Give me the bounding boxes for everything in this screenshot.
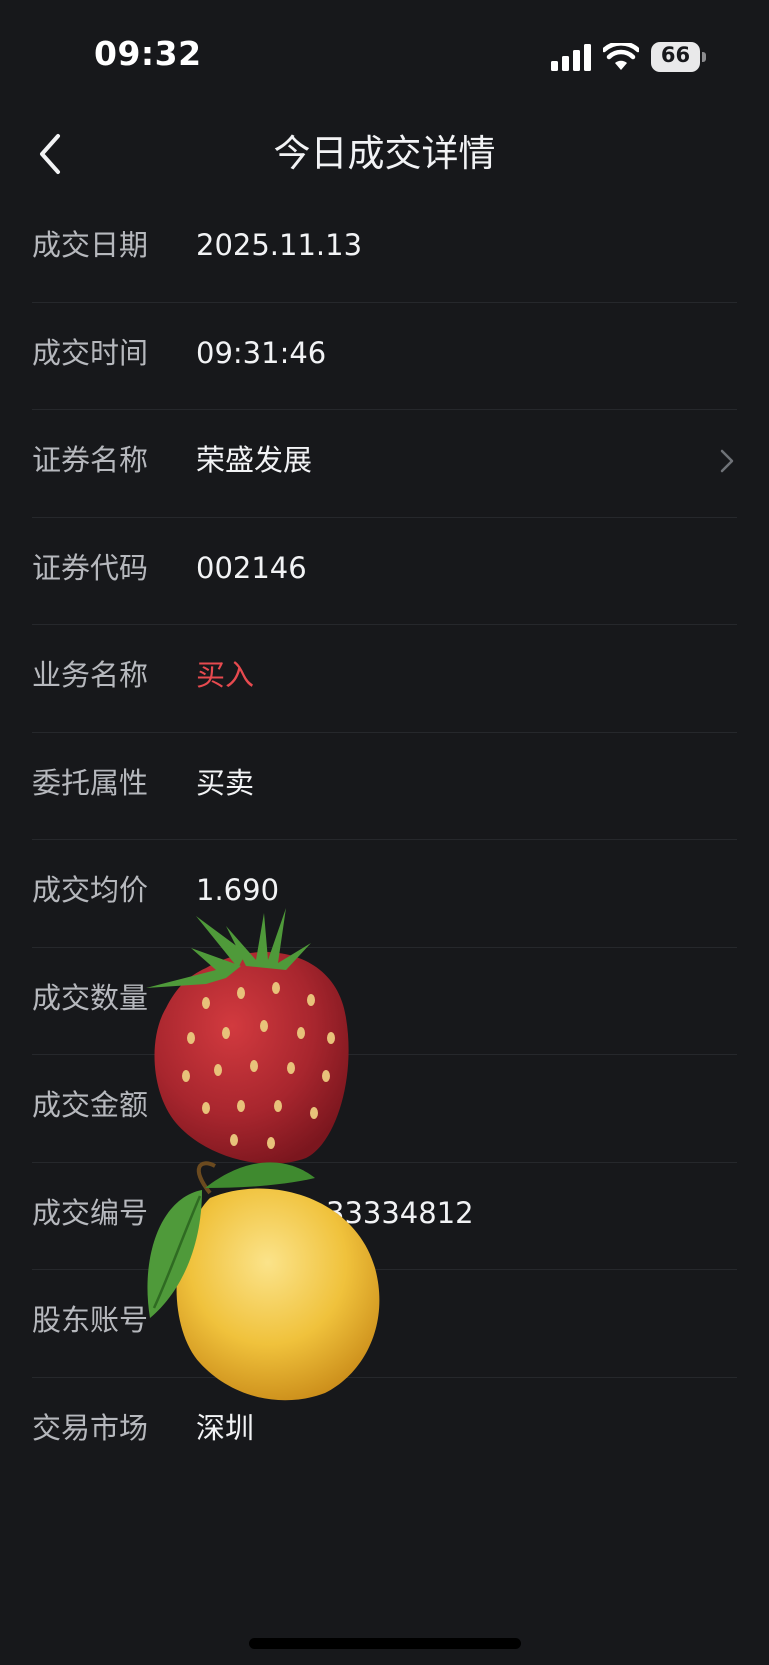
row-trade-quantity: 成交数量 bbox=[0, 948, 769, 1055]
business-name-label: 业务名称 bbox=[32, 658, 149, 692]
trade-date-value: 2025.11.13 bbox=[196, 228, 363, 262]
order-attribute-value: 买卖 bbox=[196, 765, 255, 800]
order-attribute-label: 委托属性 bbox=[32, 765, 149, 800]
row-security-code: 证券代码 002146 bbox=[0, 518, 769, 625]
lemon-image bbox=[147, 1161, 380, 1401]
trade-amount-label: 成交金额 bbox=[32, 1088, 149, 1122]
row-security-name[interactable]: 证券名称 荣盛发展 bbox=[0, 410, 769, 518]
trade-date-label: 成交日期 bbox=[32, 228, 149, 262]
trade-number-label: 成交编号 bbox=[32, 1195, 149, 1230]
row-order-attribute: 委托属性 买卖 bbox=[0, 733, 769, 840]
trading-market-label: 交易市场 bbox=[32, 1410, 149, 1445]
trade-time-label: 成交时间 bbox=[32, 335, 149, 370]
status-time: 09:32 bbox=[94, 34, 202, 73]
row-average-price: 成交均价 1.690 bbox=[0, 840, 769, 948]
nav-bar: 今日成交详情 bbox=[0, 112, 769, 207]
row-business-name: 业务名称 买入 bbox=[0, 625, 769, 733]
security-code-value: 002146 bbox=[196, 550, 307, 585]
trade-quantity-label: 成交数量 bbox=[32, 980, 149, 1015]
security-name-value[interactable]: 荣盛发展 bbox=[196, 410, 312, 510]
home-indicator[interactable] bbox=[249, 1638, 521, 1649]
security-name-label: 证券名称 bbox=[32, 443, 149, 477]
security-code-label: 证券代码 bbox=[32, 550, 149, 585]
chevron-right-icon[interactable] bbox=[717, 448, 737, 474]
row-trade-amount: 成交金额 bbox=[0, 1055, 769, 1163]
row-trade-date: 成交日期 2025.11.13 bbox=[0, 195, 769, 303]
shareholder-account-label: 股东账号 bbox=[32, 1303, 149, 1337]
battery-level: 66 bbox=[660, 43, 691, 67]
trade-time-value: 09:31:46 bbox=[196, 335, 327, 370]
wifi-icon bbox=[603, 43, 639, 70]
status-bar: 09:32 66 bbox=[0, 0, 769, 112]
signal-icon bbox=[551, 44, 591, 71]
battery-icon: 66 bbox=[651, 42, 706, 72]
row-trade-time: 成交时间 09:31:46 bbox=[0, 303, 769, 410]
business-name-value: 买入 bbox=[196, 658, 255, 692]
average-price-label: 成交均价 bbox=[32, 873, 149, 907]
strawberry-image bbox=[146, 908, 349, 1164]
page-title: 今日成交详情 bbox=[273, 132, 496, 175]
